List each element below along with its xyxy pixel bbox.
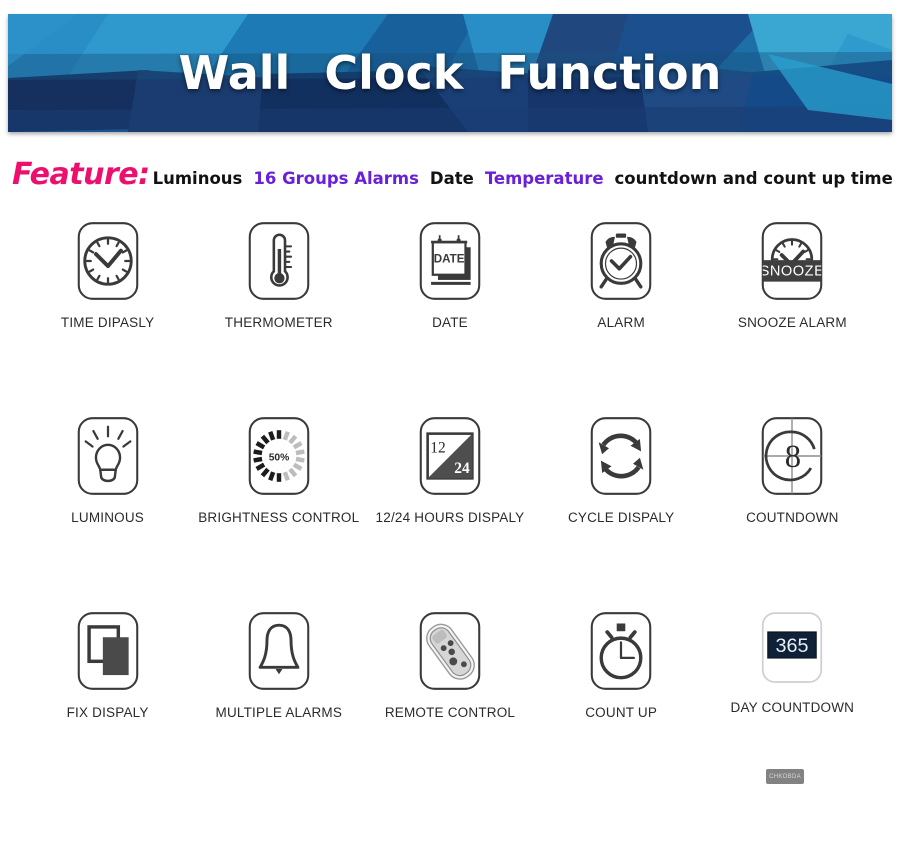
feature-segment-groups-alarms: 16 Groups Alarms [253,169,419,188]
overlapping-squares-icon [77,612,138,690]
feature-cell-brightness-control[interactable]: 50% BRIGHTNESS CONTROL [193,413,364,608]
feature-label-cycle-display: CYCLE DISPALY [567,510,675,525]
feature-cell-alarm[interactable]: ALARM [536,218,707,413]
brightness-percent-text: 50% [268,452,289,463]
hours-24-text: 24 [454,460,470,477]
feature-segment-luminous: Luminous [152,169,243,188]
feature-segment-date: Date [429,169,474,188]
lightbulb-icon [77,417,138,495]
alarm-clock-icon [590,222,652,300]
feature-label-remote-control: REMOTE CONTROL [384,705,516,720]
film-countdown-icon: 8 [762,417,823,495]
watermark-text: CHKOBDA [769,773,801,780]
brightness-dial-icon: 50% [248,417,310,495]
feature-label-luminous: LUMINOUS [71,510,145,525]
feature-segment-temperature: Temperature [484,169,604,188]
feature-label-multiple-alarms: MULTIPLE ALARMS [215,705,343,720]
feature-row-1: TIME DIPASLY THERMOMETER DATE DATE ALARM… [22,218,878,413]
feature-label-time-display: TIME DIPASLY [60,315,155,330]
day-counter-number-text: 365 [776,635,809,657]
feature-row-3: FIX DISPALY MULTIPLE ALARMS REMOTE CONTR… [22,608,878,803]
feature-cell-countdown[interactable]: 8 COUTNDOWN [707,413,878,608]
feature-label-snooze-alarm: SNOOZE ALARM [737,315,847,330]
feature-cell-hours-format[interactable]: 12 24 12/24 HOURS DISPALY [364,413,535,608]
snooze-band-text: SNOOZE [760,264,825,280]
header-banner: Wall Clock Function [8,14,892,132]
feature-cell-time-display[interactable]: TIME DIPASLY [22,218,193,413]
watermark-badge: CHKOBDA [766,769,804,784]
feature-label-hours-format: 12/24 HOURS DISPALY [375,510,525,525]
clock-icon [77,222,138,300]
thermometer-icon [248,222,310,300]
cycle-arrows-icon [590,417,652,495]
remote-control-icon [419,612,481,690]
feature-label-count-up: COUNT UP [585,705,658,720]
feature-cell-thermometer[interactable]: THERMOMETER [193,218,364,413]
calendar-date-text: DATE [434,253,465,266]
feature-cell-multiple-alarms[interactable]: MULTIPLE ALARMS [193,608,364,803]
feature-row-2: LUMINOUS 50% BRIGHTNESS CONTROL 12 24 12… [22,413,878,608]
feature-label: Feature: [12,157,150,192]
countdown-number-text: 8 [785,439,801,475]
feature-cell-remote-control[interactable]: REMOTE CONTROL [364,608,535,803]
banner-polygon-background [8,14,892,132]
feature-label-alarm: ALARM [597,315,645,330]
feature-label-fix-display: FIX DISPALY [66,705,149,720]
snooze-icon: SNOOZE [760,222,825,300]
feature-cell-cycle-display[interactable]: CYCLE DISPALY [536,413,707,608]
feature-label-countdown: COUTNDOWN [746,510,839,525]
feature-summary-line: Feature: Luminous 16 Groups Alarms Date … [12,157,893,192]
feature-icon-grid: TIME DIPASLY THERMOMETER DATE DATE ALARM… [22,218,878,803]
day-counter-icon: 365 [762,612,823,683]
feature-cell-snooze-alarm[interactable]: SNOOZE SNOOZE ALARM [707,218,878,413]
calendar-date-icon: DATE [419,222,481,300]
feature-segment-countdown: countdown and count up time [614,169,893,188]
feature-label-date: DATE [432,315,468,330]
feature-label-thermometer: THERMOMETER [224,315,333,330]
hours-12-text: 12 [430,440,445,457]
feature-cell-date[interactable]: DATE DATE [364,218,535,413]
feature-cell-fix-display[interactable]: FIX DISPALY [22,608,193,803]
feature-cell-luminous[interactable]: LUMINOUS [22,413,193,608]
feature-label-day-countdown: DAY COUNTDOWN [730,700,855,715]
feature-cell-count-up[interactable]: COUNT UP [536,608,707,803]
stopwatch-icon [590,612,652,690]
bell-icon [248,612,310,690]
hours-12-24-icon: 12 24 [419,417,481,495]
feature-label-brightness-control: BRIGHTNESS CONTROL [198,510,360,525]
